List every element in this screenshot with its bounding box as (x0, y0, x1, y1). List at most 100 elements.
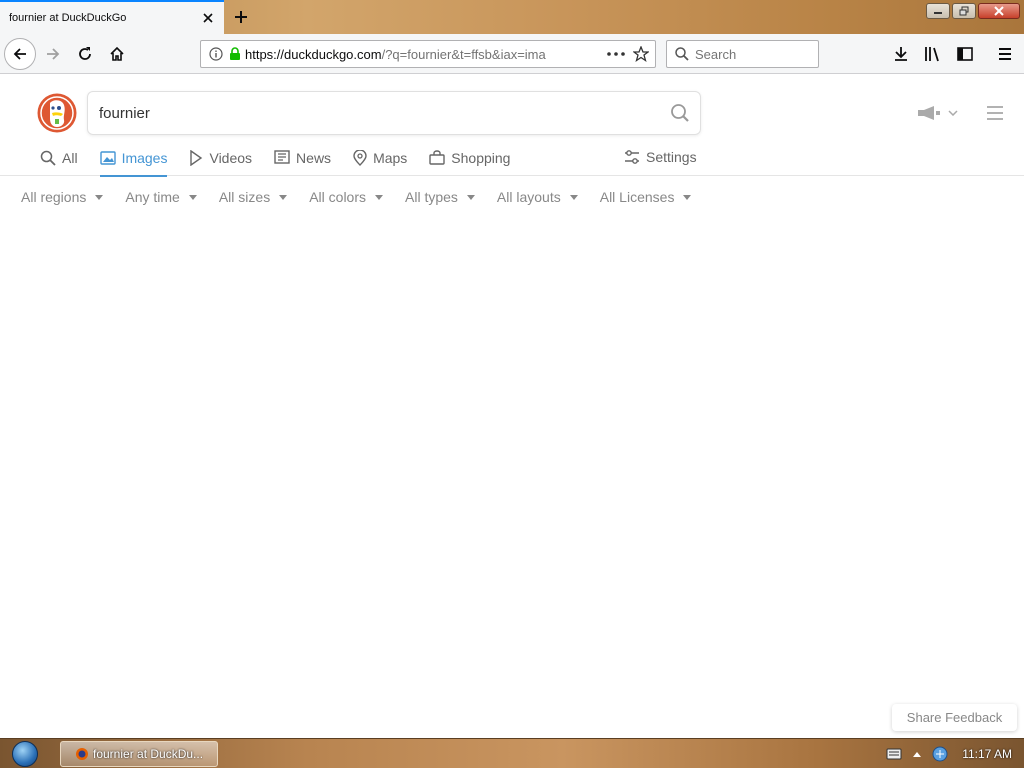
network-icon[interactable] (932, 746, 948, 762)
system-tray: 11:17 AM (886, 739, 1024, 768)
search-type-tabs: All Images Videos News Maps Shopping (40, 147, 532, 177)
caret-down-icon (95, 194, 104, 200)
newspaper-icon (274, 150, 290, 164)
restore-window-button[interactable] (952, 3, 976, 19)
forward-arrow-icon (47, 48, 60, 60)
sliders-icon (625, 150, 639, 164)
url-text[interactable]: https://duckduckgo.com/?q=fournier&t=ffs… (245, 47, 599, 62)
header-right-controls (916, 105, 1004, 121)
url-path: /?q=fournier&t=ffsb&iax=ima (381, 46, 546, 62)
sidebar-button[interactable] (950, 39, 980, 69)
tab-news[interactable]: News (274, 147, 331, 176)
tab-maps[interactable]: Maps (353, 147, 407, 176)
caret-down-icon (375, 194, 383, 200)
image-icon (99, 151, 116, 165)
clock[interactable]: 11:17 AM (962, 747, 1012, 761)
browser-tab-bar: fournier at DuckDuckGo (0, 0, 1024, 34)
taskbar-item-firefox[interactable]: fournier at DuckDu... (60, 741, 218, 767)
ddg-header: All Images Videos News Maps Shopping Set… (0, 75, 1024, 177)
filter-label: All sizes (218, 189, 271, 205)
back-button[interactable] (4, 38, 36, 70)
filter-label: All Licenses (599, 189, 675, 205)
home-button[interactable] (102, 39, 132, 69)
filter-label: Any time (125, 189, 180, 205)
downloads-button[interactable] (886, 39, 916, 69)
firefox-icon (76, 748, 88, 760)
caret-down-icon (569, 194, 578, 200)
library-button[interactable] (918, 39, 948, 69)
tab-title: fournier at DuckDuckGo (9, 12, 127, 24)
back-arrow-icon (13, 48, 26, 60)
ddg-menu-button[interactable] (986, 106, 1004, 120)
tab-videos[interactable]: Videos (189, 147, 252, 176)
settings-button[interactable]: Settings (624, 149, 697, 165)
filter-label: All types (405, 189, 458, 205)
window-controls (926, 3, 1020, 19)
chevron-down-icon (948, 110, 958, 116)
tab-label: Shopping (451, 150, 511, 166)
tab-label: News (296, 150, 332, 166)
ddg-search-input[interactable] (99, 104, 660, 122)
megaphone-icon (918, 106, 940, 120)
image-filters: All regions Any time All sizes All color… (21, 189, 692, 205)
info-icon[interactable] (209, 47, 223, 61)
tab-label: Images (121, 150, 168, 166)
sidebar-icon (957, 47, 973, 61)
filter-colors[interactable]: All colors (309, 189, 383, 205)
url-bar[interactable]: https://duckduckgo.com/?q=fournier&t=ffs… (200, 40, 656, 68)
keyboard-icon[interactable] (886, 748, 902, 760)
share-feedback-button[interactable]: Share Feedback (892, 704, 1017, 731)
menu-button[interactable] (990, 39, 1020, 69)
tab-label: All (62, 150, 78, 166)
library-icon (925, 47, 939, 62)
page-actions-icon[interactable] (607, 52, 625, 56)
minimize-window-button[interactable] (926, 3, 950, 19)
filter-types[interactable]: All types (405, 189, 475, 205)
search-submit-icon[interactable] (660, 93, 700, 133)
chevron-up-icon[interactable] (912, 750, 922, 758)
filter-layouts[interactable]: All layouts (497, 189, 578, 205)
browser-tab-active[interactable]: fournier at DuckDuckGo (0, 0, 224, 34)
caret-down-icon (683, 194, 692, 200)
ddg-search-box (87, 91, 701, 135)
browser-search-input[interactable] (695, 46, 805, 62)
url-host: https://duckduckgo.com (245, 46, 382, 62)
reload-icon (79, 47, 91, 60)
play-icon (190, 150, 203, 166)
tab-label: Videos (209, 150, 253, 166)
home-icon (110, 46, 124, 61)
search-icon (40, 150, 56, 166)
filter-licenses[interactable]: All Licenses (600, 189, 692, 205)
caret-down-icon (188, 194, 197, 200)
duckduckgo-logo[interactable] (37, 93, 77, 133)
forward-button[interactable] (38, 39, 68, 69)
filter-label: All layouts (496, 189, 561, 205)
filter-label: All regions (21, 189, 87, 205)
taskbar-item-label: fournier at DuckDu... (93, 747, 204, 761)
map-pin-icon (353, 150, 367, 166)
filter-regions[interactable]: All regions (21, 189, 104, 205)
shopping-bag-icon (429, 150, 445, 165)
tab-all[interactable]: All (40, 147, 78, 176)
navigation-toolbar: https://duckduckgo.com/?q=fournier&t=ffs… (0, 34, 1024, 74)
windows-logo-icon (12, 741, 38, 767)
windows-taskbar: fournier at DuckDu... 11:17 AM (0, 738, 1024, 768)
announcements-button[interactable] (916, 105, 958, 121)
caret-down-icon (466, 194, 475, 200)
tab-shopping[interactable]: Shopping (429, 147, 510, 176)
hamburger-menu-icon (999, 48, 1011, 60)
browser-search-bar[interactable] (666, 40, 819, 68)
filter-sizes[interactable]: All sizes (218, 189, 288, 205)
tab-images[interactable]: Images (99, 147, 168, 177)
bookmark-star-icon[interactable] (633, 46, 649, 62)
reload-button[interactable] (70, 39, 100, 69)
download-icon (895, 47, 907, 61)
filter-label: All colors (309, 189, 366, 205)
start-button[interactable] (6, 740, 44, 768)
caret-down-icon (279, 194, 288, 200)
filter-time[interactable]: Any time (125, 189, 197, 205)
close-window-button[interactable] (978, 3, 1020, 19)
close-tab-icon[interactable] (198, 8, 218, 28)
new-tab-icon[interactable] (230, 6, 252, 28)
settings-label: Settings (646, 149, 697, 165)
